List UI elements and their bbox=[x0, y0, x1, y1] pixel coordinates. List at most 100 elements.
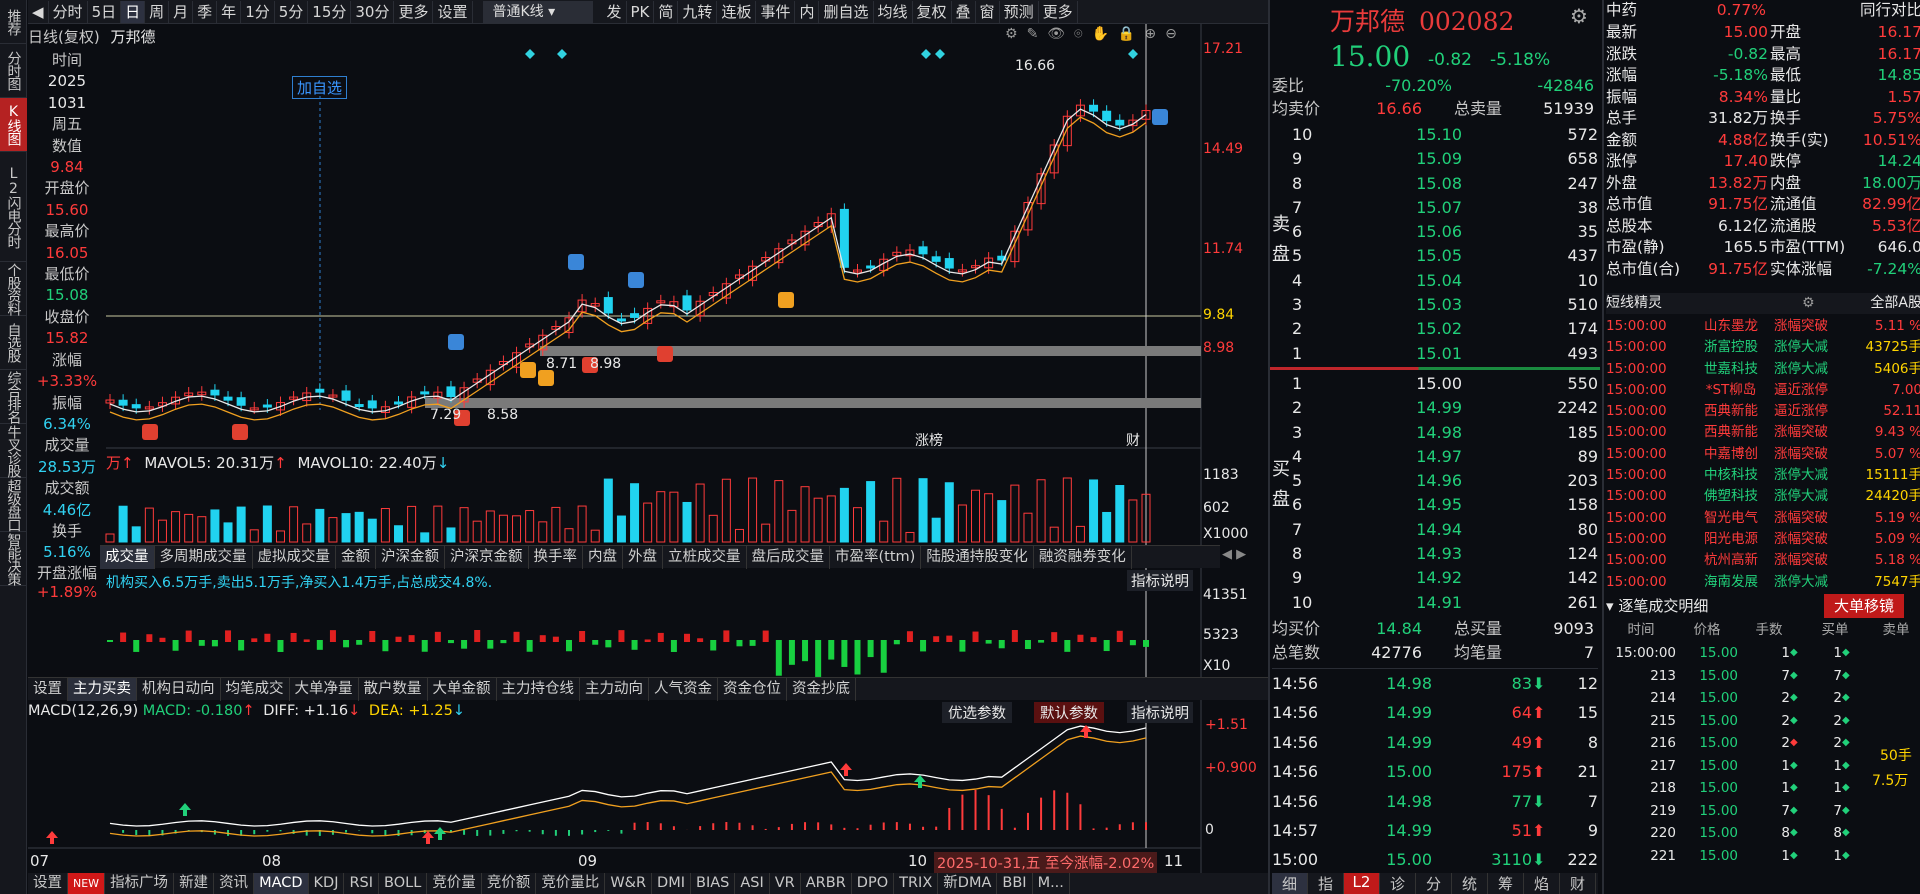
tick-tab-1[interactable]: 指 bbox=[1308, 873, 1344, 894]
indicator-tab-13[interactable]: DMI bbox=[652, 873, 691, 894]
indicator-tab-18[interactable]: DPO bbox=[852, 873, 895, 894]
tick-tab-5[interactable]: 统 bbox=[1452, 873, 1488, 894]
news-item[interactable]: 15:00:00 世嘉科技 涨停大减 5406手 bbox=[1606, 359, 1920, 380]
vol-tab-2[interactable]: 虚拟成交量 bbox=[253, 546, 336, 569]
bid-row[interactable]: 4 14.97 89 bbox=[1292, 445, 1598, 469]
indicator-tab-10[interactable]: 竞价额 bbox=[482, 873, 537, 894]
indicator-tab-5[interactable]: MACD bbox=[254, 873, 309, 894]
ask-row[interactable]: 1 15.01 493 bbox=[1292, 342, 1598, 366]
ask-row[interactable]: 10 15.10 572 bbox=[1292, 123, 1598, 147]
indicator-tab-2[interactable]: 指标广场 bbox=[105, 873, 175, 894]
indicator-tab-6[interactable]: KDJ bbox=[309, 873, 345, 894]
news-item[interactable]: 15:00:00 佛塑科技 涨停大减 24420手 bbox=[1606, 486, 1920, 507]
indicator-tab-19[interactable]: TRIX bbox=[894, 873, 939, 894]
fund-tab-3[interactable]: 均笔成交 bbox=[221, 678, 290, 701]
bid-row[interactable]: 2 14.99 2242 bbox=[1292, 396, 1598, 420]
indicator-tab-9[interactable]: 竞价量 bbox=[427, 873, 482, 894]
gear-icon[interactable]: ⚙ bbox=[1570, 4, 1588, 28]
tick-tab-0[interactable]: 细 bbox=[1272, 873, 1308, 894]
big-order-button[interactable]: 大单移镜 bbox=[1824, 594, 1904, 618]
fund-tab-1[interactable]: 主力买卖 bbox=[68, 678, 137, 701]
news-item[interactable]: 15:00:00 *ST柳岛 逼近涨停 7.00 bbox=[1606, 380, 1920, 401]
news-item[interactable]: 15:00:00 中核科技 涨停大减 15111手 bbox=[1606, 465, 1920, 486]
ask-row[interactable]: 3 15.03 510 bbox=[1292, 293, 1598, 317]
news-item[interactable]: 15:00:00 山东墨龙 涨幅突破 5.11 % bbox=[1606, 316, 1920, 337]
vol-tab-4[interactable]: 沪深金额 bbox=[376, 546, 445, 569]
default-params-button[interactable]: 默认参数 bbox=[1034, 702, 1104, 723]
fund-tab-0[interactable]: 设置 bbox=[28, 678, 68, 701]
tick-tab-2[interactable]: L2 bbox=[1344, 873, 1380, 894]
bid-row[interactable]: 7 14.94 80 bbox=[1292, 518, 1598, 542]
news-filter[interactable]: 全部A股 bbox=[1830, 293, 1920, 314]
indicator-tab-4[interactable]: 资讯 bbox=[214, 873, 255, 894]
fund-tab-11[interactable]: 资金抄底 bbox=[787, 678, 856, 701]
tick-tab-7[interactable]: 焰 bbox=[1524, 873, 1560, 894]
vol-tab-0[interactable]: 成交量 bbox=[100, 546, 155, 569]
news-item[interactable]: 15:00:00 杭州高新 涨幅突破 5.18 % bbox=[1606, 550, 1920, 571]
tick-tab-3[interactable]: 诊 bbox=[1380, 873, 1416, 894]
news-item[interactable]: 15:00:00 西典新能 逼近涨停 52.11 bbox=[1606, 401, 1920, 422]
tab-scroll-icons[interactable]: ◀ ▶ bbox=[1222, 547, 1246, 562]
vol-tab-1[interactable]: 多周期成交量 bbox=[155, 546, 253, 569]
vol-tab-13[interactable]: 融资融券变化 bbox=[1034, 546, 1132, 569]
vol-tab-6[interactable]: 换手率 bbox=[529, 546, 583, 569]
vol-tab-8[interactable]: 外盘 bbox=[623, 546, 663, 569]
kline-chart-canvas[interactable] bbox=[0, 0, 1268, 894]
bid-row[interactable]: 9 14.92 142 bbox=[1292, 566, 1598, 590]
indicator-tab-15[interactable]: ASI bbox=[735, 873, 770, 894]
fund-tab-8[interactable]: 主力动向 bbox=[580, 678, 649, 701]
news-item[interactable]: 15:00:00 海南发展 涨停大减 7547手 bbox=[1606, 572, 1920, 593]
indicator-tab-22[interactable]: M... bbox=[1033, 873, 1070, 894]
vol-tab-12[interactable]: 陆股通持股变化 bbox=[921, 546, 1034, 569]
fund-tab-2[interactable]: 机构日动向 bbox=[137, 678, 221, 701]
vol-tab-11[interactable]: 市盈率(ttm) bbox=[830, 546, 922, 569]
indicator-tab-1[interactable]: NEW bbox=[68, 873, 106, 894]
indicator-tab-8[interactable]: BOLL bbox=[379, 873, 428, 894]
news-item[interactable]: 15:00:00 西典新能 涨幅突破 9.43 % bbox=[1606, 422, 1920, 443]
ask-row[interactable]: 5 15.05 437 bbox=[1292, 244, 1598, 268]
fund-tab-9[interactable]: 人气资金 bbox=[649, 678, 718, 701]
indicator-tab-16[interactable]: VR bbox=[770, 873, 801, 894]
tick-tab-4[interactable]: 分 bbox=[1416, 873, 1452, 894]
indicator-tab-20[interactable]: 新DMA bbox=[938, 873, 998, 894]
news-item[interactable]: 15:00:00 智光电气 涨幅突破 5.19 % bbox=[1606, 508, 1920, 529]
vol-tab-3[interactable]: 金额 bbox=[336, 546, 376, 569]
fund-tab-10[interactable]: 资金仓位 bbox=[718, 678, 787, 701]
indicator-tab-3[interactable]: 新建 bbox=[174, 873, 215, 894]
industry-name[interactable]: 中药 bbox=[1606, 0, 1686, 22]
tick-tab-6[interactable]: 筹 bbox=[1488, 873, 1524, 894]
vol-tab-9[interactable]: 立桩成交量 bbox=[663, 546, 747, 569]
peer-compare-link[interactable]: 同行对比 bbox=[1766, 0, 1920, 22]
indicator-explain-button[interactable]: 指标说明 bbox=[1127, 570, 1193, 591]
ask-row[interactable]: 7 15.07 38 bbox=[1292, 196, 1598, 220]
bid-row[interactable]: 8 14.93 124 bbox=[1292, 542, 1598, 566]
news-settings-icon[interactable]: ⚙ bbox=[1802, 293, 1830, 314]
ask-row[interactable]: 6 15.06 35 bbox=[1292, 220, 1598, 244]
indicator-tab-7[interactable]: RSI bbox=[344, 873, 380, 894]
ask-row[interactable]: 2 15.02 174 bbox=[1292, 317, 1598, 341]
vol-tab-5[interactable]: 沪深京金额 bbox=[445, 546, 529, 569]
indicator-tab-11[interactable]: 竞价量比 bbox=[536, 873, 606, 894]
news-item[interactable]: 15:00:00 浙富控股 涨停大减 43725手 bbox=[1606, 337, 1920, 358]
fund-tab-7[interactable]: 主力持仓线 bbox=[497, 678, 580, 701]
fund-tab-5[interactable]: 散户数量 bbox=[359, 678, 428, 701]
indicator-tab-12[interactable]: W&R bbox=[605, 873, 653, 894]
bid-row[interactable]: 6 14.95 158 bbox=[1292, 493, 1598, 517]
ask-row[interactable]: 4 15.04 10 bbox=[1292, 269, 1598, 293]
bid-row[interactable]: 5 14.96 203 bbox=[1292, 469, 1598, 493]
ask-row[interactable]: 8 15.08 247 bbox=[1292, 172, 1598, 196]
zhangbang-tag[interactable]: 涨榜 bbox=[915, 430, 943, 450]
optimal-params-button[interactable]: 优选参数 bbox=[942, 702, 1012, 723]
indicator-tab-17[interactable]: ARBR bbox=[801, 873, 852, 894]
bid-row[interactable]: 1 15.00 550 bbox=[1292, 372, 1598, 396]
fund-tab-4[interactable]: 大单净量 bbox=[290, 678, 359, 701]
macd-explain-button[interactable]: 指标说明 bbox=[1127, 702, 1193, 723]
indicator-tab-0[interactable]: 设置 bbox=[28, 873, 68, 894]
indicator-tab-14[interactable]: BIAS bbox=[691, 873, 736, 894]
news-item[interactable]: 15:00:00 中嘉博创 涨幅突破 5.07 % bbox=[1606, 444, 1920, 465]
indicator-tab-21[interactable]: BBI bbox=[997, 873, 1033, 894]
vol-tab-7[interactable]: 内盘 bbox=[583, 546, 623, 569]
fund-tab-6[interactable]: 大单金额 bbox=[428, 678, 497, 701]
news-item[interactable]: 15:00:00 阳光电源 涨幅突破 5.09 % bbox=[1606, 529, 1920, 550]
finance-tag[interactable]: 财 bbox=[1126, 430, 1140, 450]
